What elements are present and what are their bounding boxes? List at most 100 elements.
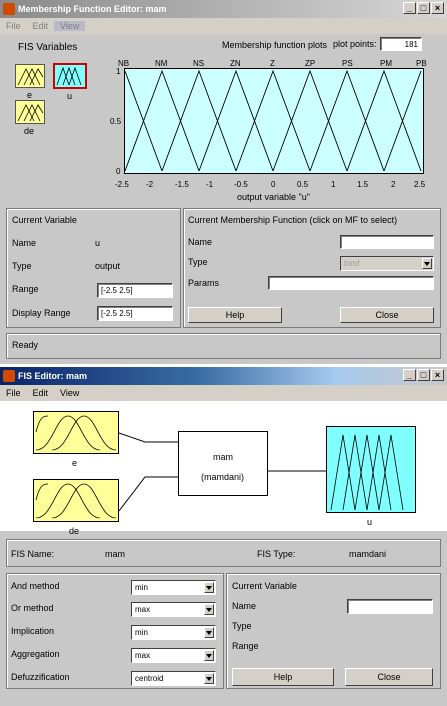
mf-plot-area[interactable]	[124, 68, 424, 174]
display-range-input[interactable]: [-2.5 2.5]	[97, 306, 173, 321]
mf-plot-svg	[125, 69, 422, 172]
chevron-down-icon	[204, 673, 214, 684]
close-icon[interactable]: ×	[431, 2, 444, 14]
x-tick-label: -2.5	[115, 180, 129, 189]
input-label-de: de	[69, 526, 80, 536]
fis-name-value: mam	[105, 549, 125, 559]
panel-heading: Current Variable	[12, 215, 77, 225]
fis-type-value: mamdani	[349, 549, 387, 559]
defuzzification-label: Defuzzification	[11, 672, 70, 682]
y-tick-label: 0	[116, 167, 121, 176]
system-name: mam	[213, 452, 233, 462]
panel-heading: Current Variable	[232, 581, 297, 591]
mf-type-value: trimf	[344, 259, 360, 268]
fis-editor-window: FIS Editor: mam _ □ × File Edit View e d…	[0, 367, 447, 706]
mf-thumbnail-icon	[17, 68, 44, 86]
range-label: Range	[12, 284, 39, 294]
fis-type-label: FIS Type:	[257, 549, 296, 559]
minimize-icon[interactable]: _	[403, 369, 416, 381]
input-block-e[interactable]	[33, 411, 119, 454]
x-tick-label: 1	[331, 180, 336, 189]
output-block-u[interactable]	[326, 426, 416, 513]
defuzzification-select[interactable]: centroid	[131, 671, 216, 686]
range-input[interactable]: [-2.5 2.5]	[97, 283, 173, 298]
current-mf-panel: Current Membership Function (click on MF…	[183, 208, 441, 328]
menu-file[interactable]: File	[0, 388, 27, 398]
or-method-value: max	[135, 605, 151, 614]
fis-info-panel: FIS Name: mam FIS Type: mamdani	[6, 539, 441, 567]
menu-file[interactable]: File	[0, 21, 27, 31]
input-label-e: e	[72, 458, 78, 468]
and-method-select[interactable]: min	[131, 580, 216, 595]
mf-editor-titlebar[interactable]: Membership Function Editor: mam _ □ ×	[0, 0, 447, 18]
window-title: FIS Editor: mam	[18, 371, 88, 381]
fis-name-label: FIS Name:	[11, 549, 55, 559]
range-label: Range	[232, 641, 259, 651]
maximize-icon[interactable]: □	[417, 369, 430, 381]
y-tick-label: 1	[116, 67, 121, 76]
or-method-select[interactable]: max	[131, 602, 216, 617]
mf-name-label[interactable]: NS	[193, 59, 204, 68]
mf-editor-window: Membership Function Editor: mam _ □ × Fi…	[0, 0, 447, 364]
chevron-down-icon	[204, 627, 214, 638]
params-input[interactable]	[268, 276, 434, 290]
mf-name-label[interactable]: ZP	[305, 59, 315, 68]
var-label-e: e	[27, 90, 33, 100]
x-tick-label: 1.5	[357, 180, 369, 189]
fis-current-variable-panel: Current Variable Name Type Range Help Cl…	[226, 573, 441, 689]
menu-edit[interactable]: Edit	[27, 21, 55, 31]
aggregation-select[interactable]: max	[131, 648, 216, 663]
help-button[interactable]: Help	[232, 668, 334, 686]
mf-name-label[interactable]: NM	[155, 59, 167, 68]
mf-name-label[interactable]: PB	[416, 59, 427, 68]
fis-diagram: e de mam (mamdani) u	[0, 401, 447, 536]
output-mf-icon	[330, 434, 404, 511]
aggregation-value: max	[135, 651, 151, 660]
type-value: output	[95, 261, 121, 271]
name-input[interactable]	[347, 599, 433, 614]
menu-view[interactable]: View	[54, 21, 86, 31]
minimize-icon[interactable]: _	[403, 2, 416, 14]
mf-name-label[interactable]: ZN	[230, 59, 241, 68]
type-label: Type	[12, 261, 32, 271]
close-button[interactable]: Close	[345, 668, 433, 686]
menu-view[interactable]: View	[54, 388, 85, 398]
x-tick-label: -0.5	[234, 180, 248, 189]
close-icon[interactable]: ×	[431, 369, 444, 381]
var-icon-e[interactable]	[15, 64, 45, 88]
type-label: Type	[232, 621, 252, 631]
implication-value: min	[135, 628, 148, 637]
implication-select[interactable]: min	[131, 625, 216, 640]
plot-points-label: plot points:	[333, 39, 377, 49]
x-tick-label: -1	[206, 180, 214, 189]
input-block-de[interactable]	[33, 479, 119, 522]
fis-editor-titlebar[interactable]: FIS Editor: mam _ □ ×	[0, 367, 447, 385]
fis-editor-menubar: File Edit View	[0, 385, 447, 401]
close-button[interactable]: Close	[340, 307, 434, 323]
var-icon-u[interactable]	[53, 63, 87, 89]
var-label-de: de	[24, 126, 35, 136]
plot-points-input[interactable]: 181	[380, 37, 422, 51]
output-label-u: u	[367, 517, 373, 527]
mf-name-input[interactable]	[340, 235, 434, 249]
mf-type-label: Type	[188, 257, 208, 267]
defuzzification-value: centroid	[135, 674, 164, 683]
display-range-label: Display Range	[12, 308, 71, 318]
name-value: u	[95, 238, 101, 248]
mf-name-label[interactable]: PS	[342, 59, 353, 68]
maximize-icon[interactable]: □	[417, 2, 430, 14]
status-text: Ready	[12, 340, 39, 350]
mf-type-select[interactable]: trimf	[340, 256, 434, 271]
and-method-value: min	[135, 583, 148, 592]
system-block[interactable]: mam (mamdani)	[178, 431, 268, 496]
mf-name-label[interactable]: PM	[380, 59, 392, 68]
help-button[interactable]: Help	[188, 307, 282, 323]
matlab-icon	[3, 3, 15, 15]
aggregation-label: Aggregation	[11, 649, 60, 659]
x-tick-label: 2	[391, 180, 396, 189]
var-icon-de[interactable]	[15, 100, 45, 124]
menu-edit[interactable]: Edit	[27, 388, 55, 398]
var-label-u: u	[67, 91, 73, 101]
mf-name-label[interactable]: Z	[270, 59, 275, 68]
plot-title: Membership function plots	[222, 40, 328, 50]
